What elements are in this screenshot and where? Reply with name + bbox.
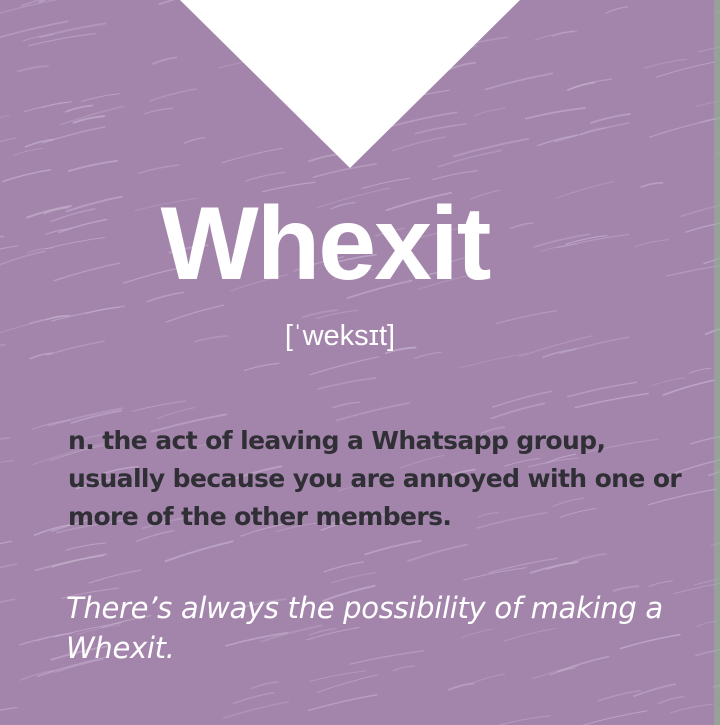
texture-stroke	[301, 309, 338, 319]
texture-stroke	[244, 171, 286, 182]
texture-stroke	[222, 700, 290, 719]
texture-stroke	[651, 377, 686, 387]
texture-stroke	[232, 692, 275, 705]
texture-stroke	[65, 542, 106, 551]
texture-stroke	[458, 352, 528, 369]
texture-stroke	[0, 540, 12, 545]
texture-stroke	[0, 460, 15, 463]
texture-stroke	[243, 362, 280, 372]
texture-stroke	[662, 379, 715, 396]
texture-stroke	[572, 552, 607, 563]
texture-stroke	[0, 563, 18, 569]
texture-stroke	[488, 557, 558, 574]
texture-stroke	[19, 669, 55, 681]
texture-stroke	[414, 351, 443, 360]
triangle-notch	[180, 0, 520, 168]
texture-stroke	[407, 543, 468, 562]
texture-stroke	[658, 695, 685, 705]
texture-stroke	[665, 265, 720, 277]
texture-stroke	[574, 392, 649, 409]
texture-stroke	[492, 390, 552, 408]
phonetic-transcription: [ˈweksɪt]	[284, 320, 396, 352]
texture-stroke	[332, 401, 360, 409]
texture-stroke	[131, 400, 187, 412]
texture-stroke	[648, 580, 674, 588]
texture-stroke	[432, 170, 479, 181]
right-edge-strip	[714, 0, 720, 725]
texture-stroke	[0, 598, 16, 604]
word-title: Whexit	[160, 186, 492, 302]
texture-stroke	[335, 402, 410, 422]
texture-stroke	[688, 367, 712, 374]
texture-stroke	[582, 710, 648, 725]
texture-stroke	[2, 169, 52, 183]
texture-stroke	[164, 540, 234, 563]
texture-stroke	[463, 567, 528, 581]
texture-stroke	[499, 715, 551, 725]
texture-stroke	[51, 554, 105, 568]
texture-stroke	[309, 356, 380, 376]
texture-stroke	[307, 694, 378, 712]
texture-stroke	[88, 569, 142, 584]
texture-stroke	[165, 304, 225, 323]
texture-stroke	[670, 703, 714, 714]
texture-stroke	[448, 682, 475, 691]
texture-stroke	[473, 673, 506, 683]
texture-stroke	[640, 181, 664, 188]
example-sentence: There’s always the possibility of making…	[66, 591, 663, 665]
definition-card: Whexit [ˈweksɪt] n. the act of leaving a…	[0, 0, 720, 725]
texture-stroke	[566, 381, 638, 398]
definition-text: n. the act of leaving a Whatsapp group, …	[68, 426, 682, 531]
texture-stroke	[364, 539, 422, 556]
texture-stroke	[331, 572, 376, 584]
texture-stroke	[317, 377, 377, 390]
texture-stroke	[156, 407, 196, 420]
texture-stroke	[250, 681, 279, 690]
texture-stroke	[0, 706, 18, 711]
texture-stroke	[323, 561, 364, 573]
texture-stroke	[0, 437, 10, 440]
texture-stroke	[51, 305, 126, 322]
